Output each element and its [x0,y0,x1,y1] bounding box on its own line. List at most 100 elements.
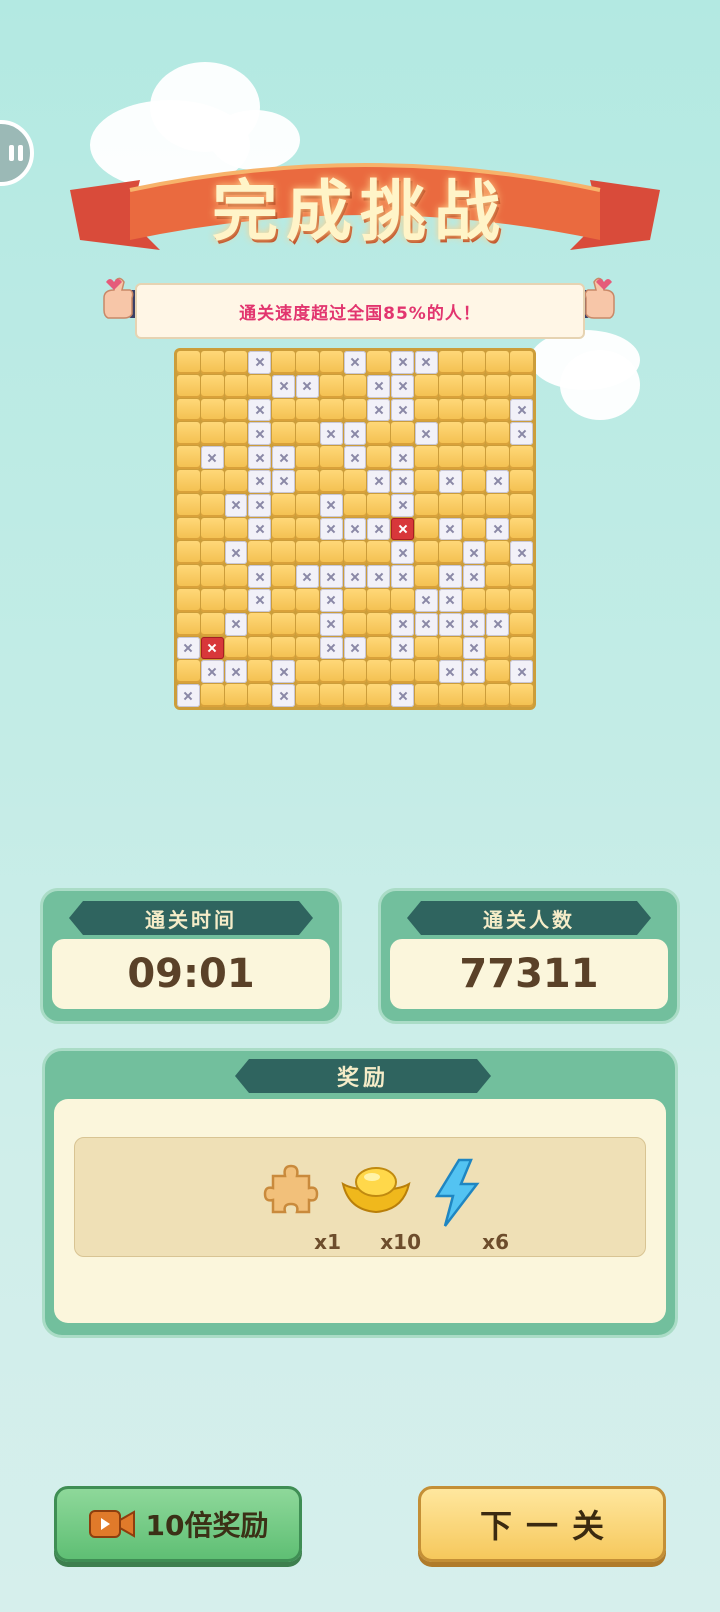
board-cell [414,636,438,660]
board-cell [486,446,510,469]
marked-cell [272,469,295,493]
board-cell [343,374,367,398]
board-cell [510,588,533,612]
reward-item-gold: x10 [339,1158,421,1254]
board-cell [272,541,295,565]
board-cell [367,684,391,707]
marked-cell [272,446,295,469]
marked-cell [367,469,391,493]
board-cell [295,422,319,446]
board-cell [200,374,224,398]
board-cell [510,374,533,398]
marked-cell [414,612,438,636]
board-cell [343,612,367,636]
marked-cell [414,588,438,612]
marked-cell [438,612,462,636]
reward-label: 奖励 [235,1059,491,1093]
marked-cell [391,351,414,374]
marked-cell [391,612,414,636]
error-cell [200,636,224,660]
board-cell [200,517,224,541]
marked-cell [319,588,343,612]
board-cell [177,588,200,612]
board-cell [438,493,462,517]
marked-cell [248,588,272,612]
reward-count: x6 [482,1230,509,1254]
board-cell [462,374,486,398]
board-cell [224,351,248,374]
marked-cell [486,517,510,541]
marked-cell [319,517,343,541]
marked-cell [343,517,367,541]
marked-cell [462,565,486,588]
board-cell [486,351,510,374]
time-label: 通关时间 [69,901,313,935]
marked-cell [414,422,438,446]
board-cell [391,588,414,612]
board-cell [248,612,272,636]
board-cell [200,422,224,446]
board-cell [319,660,343,684]
board-cell [414,684,438,707]
board-cell [414,660,438,684]
board-cell [200,351,224,374]
board-cell [224,588,248,612]
board-cell [295,636,319,660]
board-cell [414,446,438,469]
marked-cell [248,351,272,374]
board-cell [319,541,343,565]
board-cell [295,493,319,517]
reward-item-energy: x6 [427,1158,509,1254]
error-cell [391,517,414,541]
board-cell [272,565,295,588]
board-cell [486,541,510,565]
board-cell [486,684,510,707]
board-cell [224,422,248,446]
marked-cell [438,517,462,541]
board-cell [486,374,510,398]
marked-cell [224,612,248,636]
marked-cell [510,398,533,422]
marked-cell [319,565,343,588]
board-cell [319,446,343,469]
board-cell [272,636,295,660]
marked-cell [272,660,295,684]
board-cell [367,422,391,446]
reward-item-puzzle: x1 [259,1158,341,1254]
board-cell [462,684,486,707]
board-cell [391,660,414,684]
reward-count: x10 [380,1230,421,1254]
board-cell [248,541,272,565]
ten-times-reward-button[interactable]: 10倍奖励 [54,1486,302,1562]
board-cell [200,588,224,612]
board-cell [343,684,367,707]
board-cell [177,660,200,684]
board-cell [486,422,510,446]
board-cell [438,446,462,469]
marked-cell [343,446,367,469]
board-cell [200,469,224,493]
board-cell [272,398,295,422]
marked-cell [391,469,414,493]
marked-cell [248,565,272,588]
board-cell [438,684,462,707]
marked-cell [391,398,414,422]
marked-cell [367,517,391,541]
time-value: 09:01 [52,939,330,1009]
marked-cell [272,684,295,707]
board-cell [295,588,319,612]
marked-cell [224,541,248,565]
marked-cell [510,422,533,446]
board-cell [367,588,391,612]
board-cell [367,612,391,636]
board-cell [295,612,319,636]
marked-cell [200,660,224,684]
marked-cell [391,636,414,660]
board-cell [177,398,200,422]
board-cell [510,565,533,588]
marked-cell [462,612,486,636]
marked-cell [367,374,391,398]
marked-cell [462,660,486,684]
next-level-button[interactable]: 下一关 [418,1486,666,1562]
board-cell [295,351,319,374]
